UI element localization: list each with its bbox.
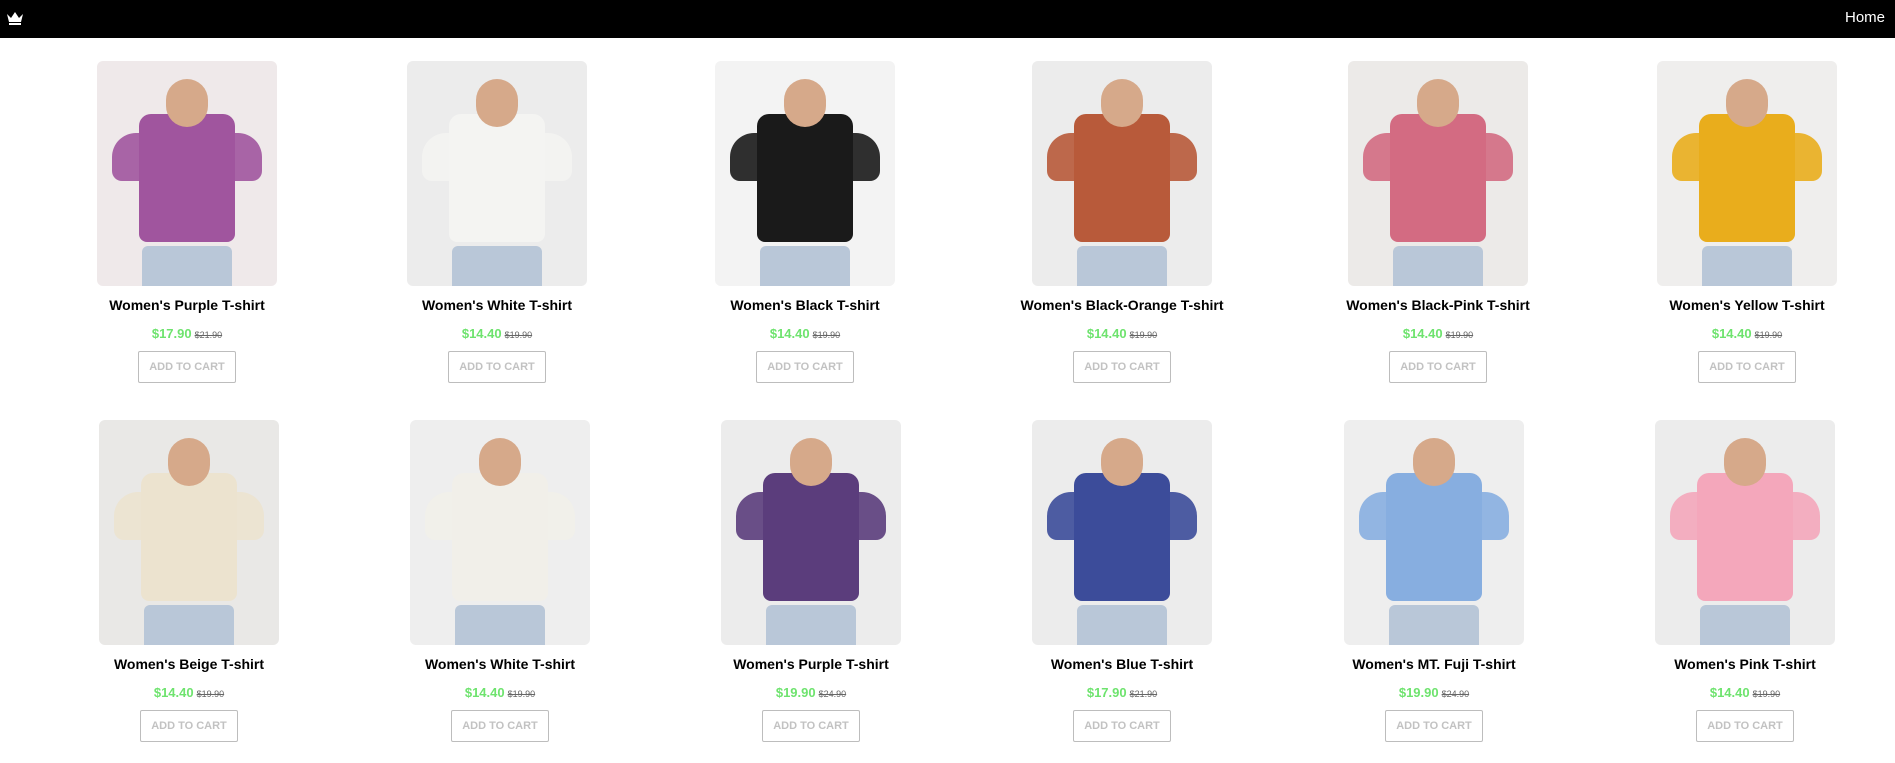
product-title[interactable]: Women's White T-shirt xyxy=(370,656,630,674)
product-old-price: $19.90 xyxy=(1752,689,1781,699)
add-to-cart-button[interactable]: ADD TO CART xyxy=(451,710,549,742)
product-card: Women's Blue T-shirt $17.90 $21.90 ADD TO… xyxy=(992,420,1252,742)
product-card: Women's White T-shirt $14.40 $19.90 ADD T… xyxy=(370,420,630,742)
product-title[interactable]: Women's Beige T-shirt xyxy=(59,656,319,674)
product-price: $14.40 xyxy=(153,685,194,700)
product-old-price: $19.90 xyxy=(196,689,225,699)
add-to-cart-button[interactable]: ADD TO CART xyxy=(762,710,860,742)
product-price: $17.90 xyxy=(151,326,192,341)
product-card: Women's Yellow T-shirt $14.40 $19.90 ADD … xyxy=(1617,61,1877,383)
add-to-cart-button[interactable]: ADD TO CART xyxy=(756,351,854,383)
add-to-cart-button[interactable]: ADD TO CART xyxy=(140,710,238,742)
product-title[interactable]: Women's MT. Fuji T-shirt xyxy=(1304,656,1564,674)
product-image[interactable] xyxy=(1344,420,1524,645)
product-old-price: $21.90 xyxy=(1129,689,1158,699)
product-title[interactable]: Women's Black T-shirt xyxy=(675,297,935,315)
product-price: $14.40 xyxy=(1402,326,1443,341)
product-image[interactable] xyxy=(721,420,901,645)
product-card: Women's Black-Orange T-shirt $14.40 $19.9… xyxy=(992,61,1252,383)
product-old-price: $24.90 xyxy=(1441,689,1470,699)
product-title[interactable]: Women's Purple T-shirt xyxy=(681,656,941,674)
product-image[interactable] xyxy=(1348,61,1528,286)
product-title[interactable]: Women's Black-Pink T-shirt xyxy=(1308,297,1568,315)
product-old-price: $19.90 xyxy=(812,330,841,340)
top-navbar: Home xyxy=(0,0,1895,38)
product-image[interactable] xyxy=(97,61,277,286)
product-old-price: $19.90 xyxy=(507,689,536,699)
product-price: $14.40 xyxy=(1086,326,1127,341)
product-old-price: $21.90 xyxy=(194,330,223,340)
product-old-price: $19.90 xyxy=(1445,330,1474,340)
product-card: Women's Pink T-shirt $14.40 $19.90 ADD TO… xyxy=(1615,420,1875,742)
product-card: Women's Purple T-shirt $17.90 $21.90 ADD … xyxy=(57,61,317,383)
product-image[interactable] xyxy=(1032,61,1212,286)
product-old-price: $19.90 xyxy=(504,330,533,340)
product-title[interactable]: Women's Pink T-shirt xyxy=(1615,656,1875,674)
product-card: Women's Beige T-shirt $14.40 $19.90 ADD T… xyxy=(59,420,319,742)
product-image[interactable] xyxy=(99,420,279,645)
product-price: $19.90 xyxy=(775,685,816,700)
product-card: Women's Black-Pink T-shirt $14.40 $19.90 … xyxy=(1308,61,1568,383)
add-to-cart-button[interactable]: ADD TO CART xyxy=(1385,710,1483,742)
product-image[interactable] xyxy=(410,420,590,645)
product-title[interactable]: Women's Yellow T-shirt xyxy=(1617,297,1877,315)
product-image[interactable] xyxy=(715,61,895,286)
product-price: $14.40 xyxy=(464,685,505,700)
product-old-price: $24.90 xyxy=(818,689,847,699)
product-price: $14.40 xyxy=(769,326,810,341)
product-image[interactable] xyxy=(1655,420,1835,645)
product-title[interactable]: Women's Blue T-shirt xyxy=(992,656,1252,674)
product-old-price: $19.90 xyxy=(1129,330,1158,340)
product-price: $14.40 xyxy=(1709,685,1750,700)
add-to-cart-button[interactable]: ADD TO CART xyxy=(1389,351,1487,383)
product-title[interactable]: Women's Black-Orange T-shirt xyxy=(992,297,1252,315)
add-to-cart-button[interactable]: ADD TO CART xyxy=(1073,710,1171,742)
add-to-cart-button[interactable]: ADD TO CART xyxy=(1073,351,1171,383)
add-to-cart-button[interactable]: ADD TO CART xyxy=(1698,351,1796,383)
product-image[interactable] xyxy=(1032,420,1212,645)
product-price: $14.40 xyxy=(1711,326,1752,341)
nav-home-link[interactable]: Home xyxy=(1845,9,1885,26)
add-to-cart-button[interactable]: ADD TO CART xyxy=(138,351,236,383)
product-price: $14.40 xyxy=(461,326,502,341)
product-price: $19.90 xyxy=(1398,685,1439,700)
add-to-cart-button[interactable]: ADD TO CART xyxy=(1696,710,1794,742)
product-card: Women's Purple T-shirt $19.90 $24.90 ADD … xyxy=(681,420,941,742)
product-title[interactable]: Women's White T-shirt xyxy=(367,297,627,315)
crown-icon[interactable] xyxy=(6,10,24,26)
product-card: Women's Black T-shirt $14.40 $19.90 ADD T… xyxy=(675,61,935,383)
product-old-price: $19.90 xyxy=(1754,330,1783,340)
product-card: Women's White T-shirt $14.40 $19.90 ADD T… xyxy=(367,61,627,383)
product-image[interactable] xyxy=(1657,61,1837,286)
product-image[interactable] xyxy=(407,61,587,286)
add-to-cart-button[interactable]: ADD TO CART xyxy=(448,351,546,383)
product-card: Women's MT. Fuji T-shirt $19.90 $24.90 AD… xyxy=(1304,420,1564,742)
product-price: $17.90 xyxy=(1086,685,1127,700)
product-title[interactable]: Women's Purple T-shirt xyxy=(57,297,317,315)
